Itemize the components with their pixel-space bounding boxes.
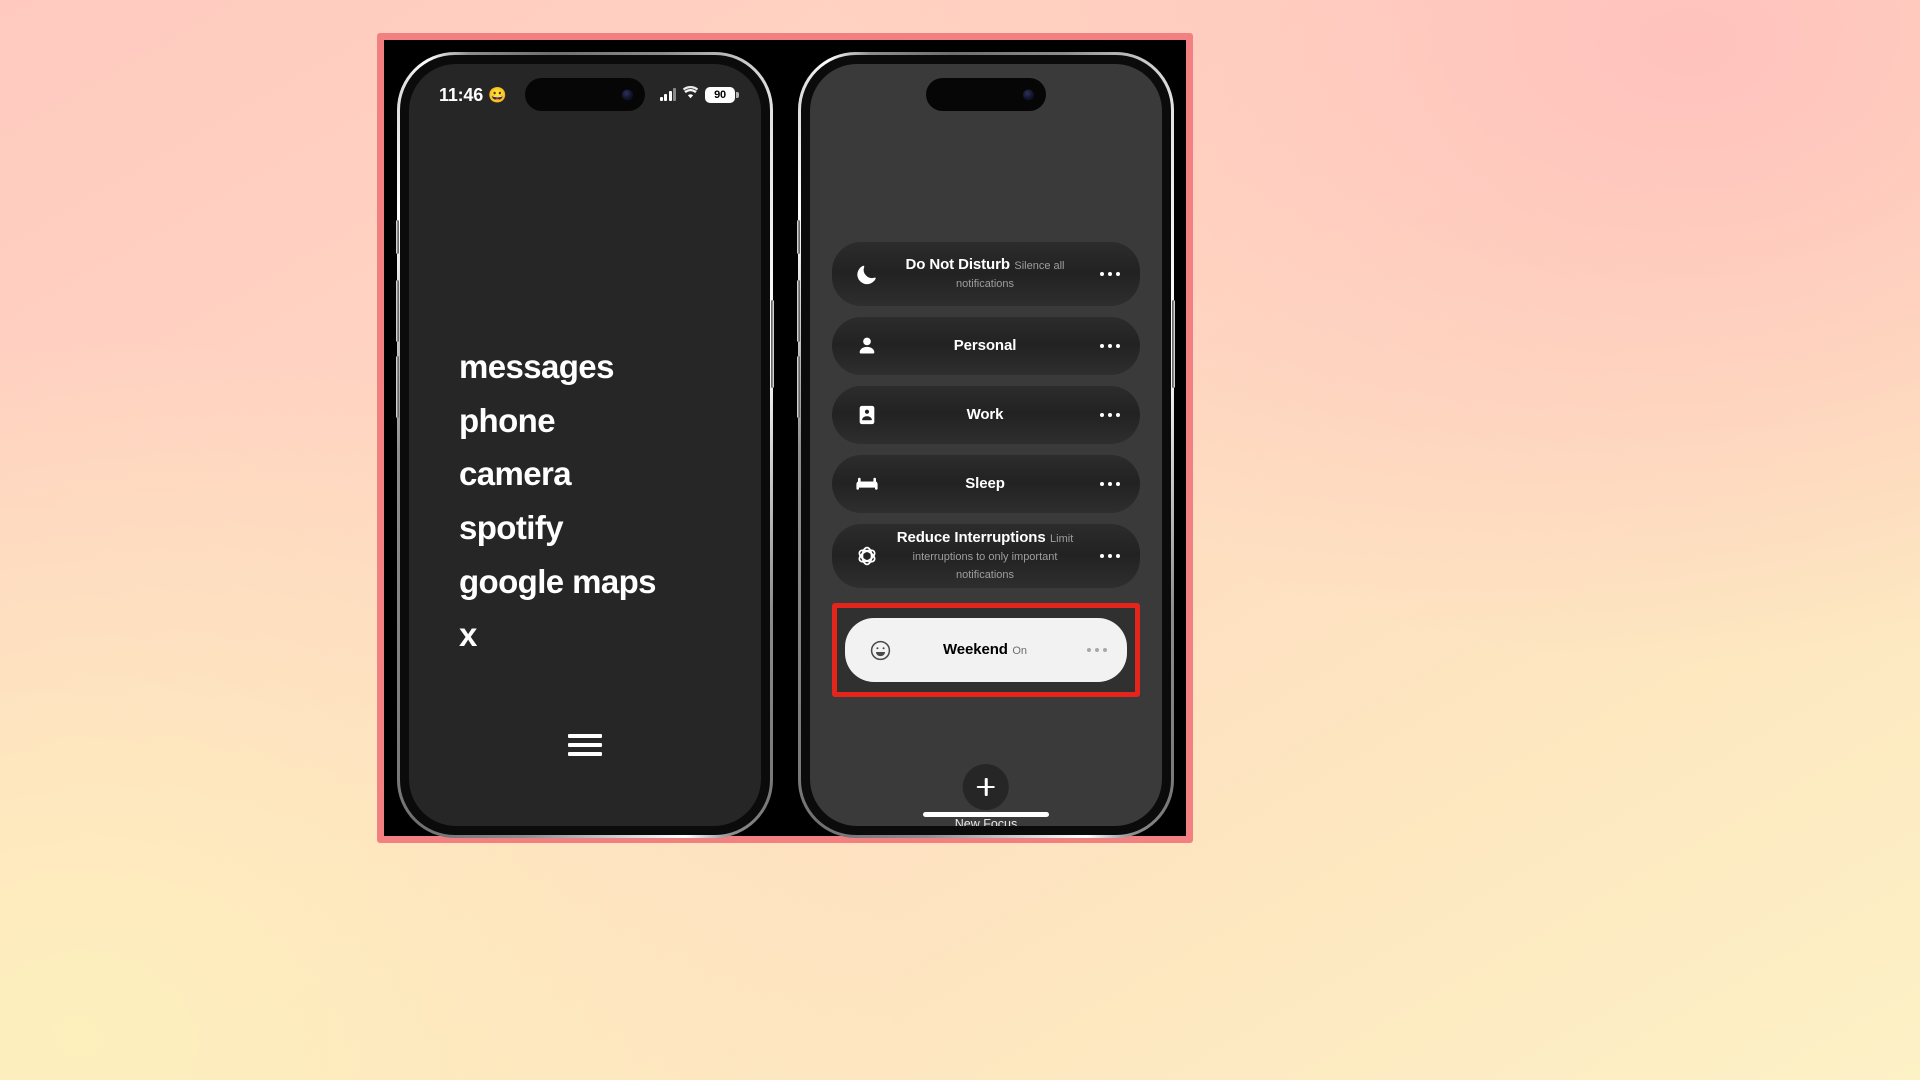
ellipsis-icon[interactable] bbox=[1090, 271, 1120, 277]
focus-row-text: Personal bbox=[880, 337, 1090, 355]
plus-icon[interactable] bbox=[963, 764, 1009, 810]
battery-indicator: 90 bbox=[705, 87, 735, 103]
focus-row-do-not-disturb[interactable]: Do Not Disturb Silence all notifications bbox=[832, 242, 1140, 306]
screenshot-frame: 11:46 😀 90 messages phone camera spotify… bbox=[377, 33, 1193, 843]
ellipsis-icon[interactable] bbox=[1090, 343, 1120, 349]
id-badge-icon bbox=[854, 402, 880, 428]
new-focus-label: New Focus bbox=[954, 817, 1018, 826]
focus-modes-list: Do Not Disturb Silence all notifications bbox=[832, 242, 1140, 697]
ellipsis-icon[interactable] bbox=[1077, 647, 1107, 653]
bed-icon bbox=[854, 471, 880, 497]
app-list-item[interactable]: phone bbox=[459, 403, 656, 439]
smiley-face-icon bbox=[867, 637, 893, 663]
right-phone-device: Do Not Disturb Silence all notifications bbox=[797, 52, 1175, 838]
app-list-item[interactable]: x bbox=[459, 618, 656, 653]
action-button[interactable] bbox=[797, 220, 800, 254]
focus-row-text: Weekend On bbox=[893, 641, 1077, 659]
front-camera-icon bbox=[1023, 89, 1034, 100]
focus-row-weekend[interactable]: Weekend On bbox=[845, 618, 1127, 682]
focus-row-personal[interactable]: Personal bbox=[832, 317, 1140, 375]
focus-title: Personal bbox=[953, 337, 1017, 354]
status-indicators: 90 bbox=[659, 86, 735, 104]
status-bar: 11:46 😀 90 bbox=[409, 82, 761, 108]
action-button[interactable] bbox=[396, 220, 399, 254]
status-emoji-icon: 😀 bbox=[488, 86, 507, 104]
status-time-group: 11:46 😀 bbox=[439, 85, 507, 106]
ellipsis-icon[interactable] bbox=[1090, 412, 1120, 418]
hamburger-menu-icon[interactable] bbox=[568, 734, 602, 756]
focus-row-text: Work bbox=[880, 406, 1090, 424]
focus-row-work[interactable]: Work bbox=[832, 386, 1140, 444]
cellular-signal-icon bbox=[659, 88, 676, 101]
focus-title: Work bbox=[966, 406, 1004, 423]
ellipsis-icon[interactable] bbox=[1090, 481, 1120, 487]
left-phone-screen: 11:46 😀 90 messages phone camera spotify… bbox=[409, 64, 761, 826]
left-phone-bezel: 11:46 😀 90 messages phone camera spotify… bbox=[400, 55, 770, 835]
highlight-annotation-box: Weekend On bbox=[832, 603, 1140, 697]
power-button[interactable] bbox=[1172, 300, 1175, 388]
volume-down-button[interactable] bbox=[797, 356, 800, 418]
focus-title: Sleep bbox=[965, 475, 1005, 492]
right-phone-screen: Do Not Disturb Silence all notifications bbox=[810, 64, 1162, 826]
focus-row-reduce-interruptions[interactable]: Reduce Interruptions Limit interruptions… bbox=[832, 524, 1140, 588]
power-button[interactable] bbox=[771, 300, 774, 388]
focus-row-sleep[interactable]: Sleep bbox=[832, 455, 1140, 513]
focus-row-text: Do Not Disturb Silence all notifications bbox=[880, 256, 1090, 292]
app-list-item[interactable]: google maps bbox=[459, 564, 657, 600]
left-phone-device: 11:46 😀 90 messages phone camera spotify… bbox=[396, 52, 774, 838]
home-indicator[interactable] bbox=[923, 812, 1049, 817]
focus-title: Weekend bbox=[942, 641, 1008, 658]
focus-row-text: Sleep bbox=[880, 475, 1090, 493]
crescent-moon-icon bbox=[854, 261, 880, 287]
screenshot-canvas: 11:46 😀 90 messages phone camera spotify… bbox=[0, 0, 1920, 1080]
focus-title: Reduce Interruptions bbox=[896, 529, 1046, 546]
right-phone-bezel: Do Not Disturb Silence all notifications bbox=[801, 55, 1171, 835]
rosette-icon bbox=[854, 543, 880, 569]
volume-up-button[interactable] bbox=[396, 280, 399, 342]
app-list-item[interactable]: camera bbox=[459, 457, 656, 492]
dynamic-island bbox=[926, 78, 1046, 111]
app-list-item[interactable]: messages bbox=[459, 349, 656, 385]
volume-down-button[interactable] bbox=[396, 356, 399, 418]
person-icon bbox=[854, 333, 880, 359]
focus-subtitle: On bbox=[1012, 645, 1028, 657]
wifi-icon bbox=[682, 86, 699, 104]
ellipsis-icon[interactable] bbox=[1090, 553, 1120, 559]
status-time: 11:46 bbox=[439, 84, 484, 105]
volume-up-button[interactable] bbox=[797, 280, 800, 342]
battery-level: 90 bbox=[714, 89, 726, 101]
app-list: messages phone camera spotify google map… bbox=[459, 349, 657, 653]
focus-row-text: Reduce Interruptions Limit interruptions… bbox=[880, 529, 1090, 583]
focus-title: Do Not Disturb bbox=[905, 256, 1010, 273]
app-list-item[interactable]: spotify bbox=[459, 510, 656, 546]
